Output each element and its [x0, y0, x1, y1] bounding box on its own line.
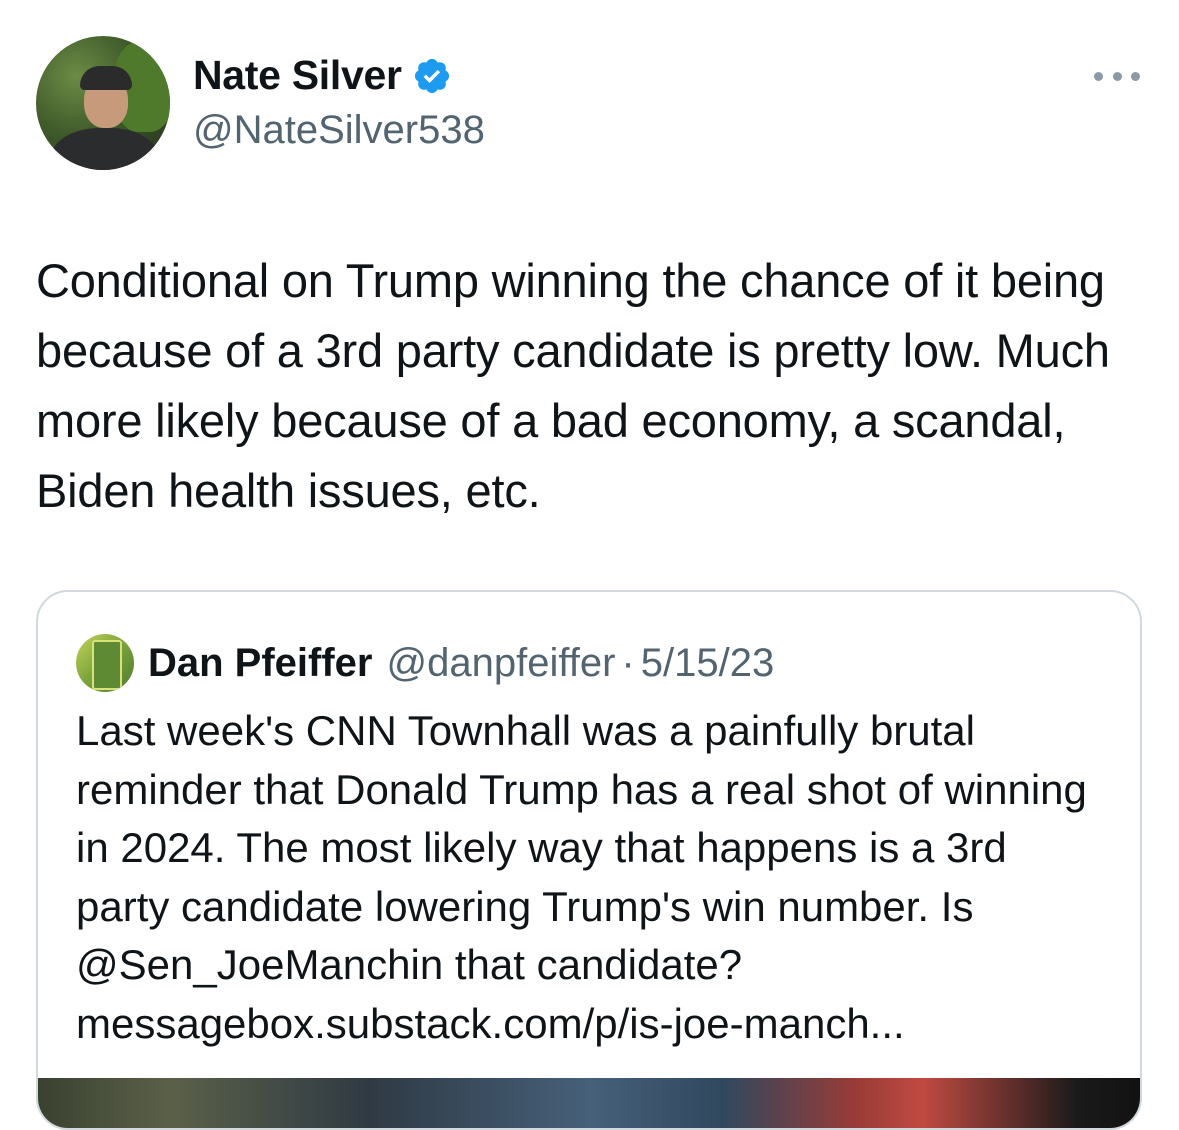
verified-badge-icon[interactable] [412, 56, 452, 96]
more-dot [1112, 71, 1122, 81]
quote-author-name[interactable]: Dan Pfeiffer [148, 641, 373, 686]
more-dot [1131, 71, 1140, 81]
quote-date[interactable]: 5/15/23 [641, 641, 774, 686]
author-display-name[interactable]: Nate Silver [193, 52, 402, 99]
quote-separator: · [621, 640, 635, 685]
quote-header: Dan Pfeiffer @danpfeiffer · 5/15/23 [76, 634, 774, 692]
avatar-cap [80, 66, 132, 90]
avatar-body [50, 128, 160, 170]
author-avatar[interactable] [36, 36, 170, 170]
more-options-icon[interactable] [1094, 68, 1140, 84]
quoted-tweet-card[interactable]: Dan Pfeiffer @danpfeiffer · 5/15/23 Last… [36, 590, 1142, 1130]
quote-author-handle[interactable]: @danpfeiffer [387, 641, 616, 686]
more-dot [1094, 71, 1103, 81]
author-handle[interactable]: @NateSilver538 [193, 108, 485, 153]
book-cover-avatar-icon[interactable] [76, 634, 134, 692]
tweet-text: Conditional on Trump winning the chance … [36, 254, 1110, 517]
avatar-book [92, 640, 122, 690]
quote-text: Last week's CNN Townhall was a painfully… [76, 707, 1087, 1047]
author-name-row: Nate Silver [193, 52, 452, 99]
quote-media-image[interactable] [38, 1078, 1140, 1128]
